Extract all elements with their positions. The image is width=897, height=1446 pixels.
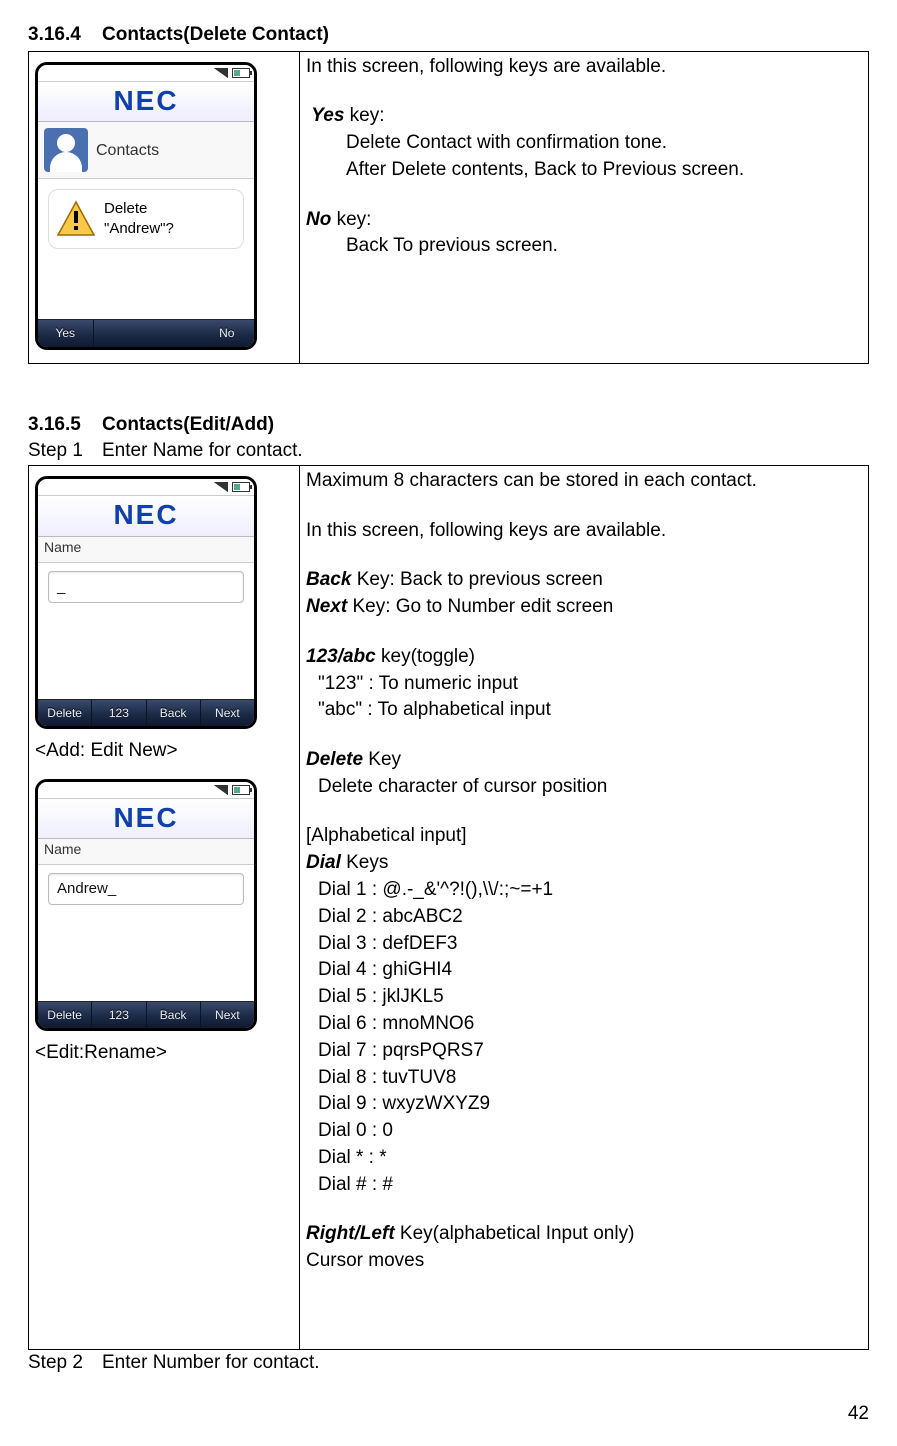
- dial2: Dial 2 : abcABC2: [318, 906, 862, 929]
- section-number: 3.16.5: [28, 414, 102, 437]
- screenshot-cell: NEC Name _ Delete 123 Back Next <Add: Ed…: [29, 466, 300, 1350]
- max-chars-text: Maximum 8 characters can be stored in ea…: [306, 470, 862, 493]
- delete-button[interactable]: Delete: [38, 700, 92, 726]
- next-key-text: Next Key: Go to Number edit screen: [306, 596, 862, 619]
- softkey-bar: Yes No: [38, 319, 254, 346]
- dial3: Dial 3 : defDEF3: [318, 933, 862, 956]
- brand-logo: NEC: [38, 82, 254, 123]
- dial6: Dial 6 : mnoMNO6: [318, 1013, 862, 1036]
- brand-logo: NEC: [38, 496, 254, 537]
- no-key-label: No key:: [306, 209, 862, 232]
- phone-mock-add: NEC Name _ Delete 123 Back Next: [35, 476, 257, 729]
- alpha-head: [Alphabetical input]: [306, 825, 862, 848]
- status-bar: [38, 65, 254, 82]
- section-title: Contacts(Edit/Add): [102, 414, 274, 437]
- step-title: Enter Number for contact.: [102, 1352, 320, 1375]
- right-left-desc: Cursor moves: [306, 1250, 862, 1273]
- dial8: Dial 8 : tuvTUV8: [318, 1067, 862, 1090]
- step-number: Step 1: [28, 440, 102, 463]
- screenshot-cell: NEC Contacts: [29, 51, 300, 363]
- brand-logo: NEC: [38, 799, 254, 840]
- delete-key-desc: Delete character of cursor position: [318, 776, 862, 799]
- content-area: Delete "Andrew"?: [38, 179, 254, 319]
- back-key-text: Back Key: Back to previous screen: [306, 569, 862, 592]
- warning-icon: [56, 199, 96, 239]
- back-button[interactable]: Back: [147, 1002, 201, 1028]
- section-heading: 3.16.5 Contacts(Edit/Add): [28, 414, 869, 437]
- battery-icon: [232, 785, 250, 795]
- right-left-key: Right/Left Key(alphabetical Input only): [306, 1223, 862, 1246]
- dial4: Dial 4 : ghiGHI4: [318, 959, 862, 982]
- softkey-bar: Delete 123 Back Next: [38, 699, 254, 726]
- screenshot-caption: <Add: Edit New>: [35, 740, 293, 763]
- mode-toggle-button[interactable]: 123: [92, 700, 146, 726]
- delete-button[interactable]: Delete: [38, 1002, 92, 1028]
- back-button[interactable]: Back: [147, 700, 201, 726]
- section-number: 3.16.4: [28, 24, 102, 47]
- yes-key-line1: Delete Contact with confirmation tone.: [346, 132, 862, 155]
- toggle-abc: "abc" : To alphabetical input: [318, 699, 862, 722]
- dial9: Dial 9 : wxyzWXYZ9: [318, 1093, 862, 1116]
- avatar-icon: [44, 128, 88, 172]
- field-label: Name: [38, 537, 254, 563]
- step-2: Step 2 Enter Number for contact.: [28, 1352, 869, 1375]
- yes-button[interactable]: Yes: [38, 320, 94, 346]
- dialhash: Dial # : #: [318, 1174, 862, 1197]
- name-input[interactable]: Andrew_: [48, 873, 244, 905]
- step-title: Enter Name for contact.: [102, 440, 303, 463]
- signal-icon: [214, 68, 228, 78]
- dial-keys-label: Dial Keys: [306, 852, 862, 875]
- softkey-bar: Delete 123 Back Next: [38, 1001, 254, 1028]
- status-bar: [38, 479, 254, 496]
- mode-toggle-button[interactable]: 123: [92, 1002, 146, 1028]
- dial1: Dial 1 : @.-_&'^?!(),\\/:;~=+1: [318, 879, 862, 902]
- dial0: Dial 0 : 0: [318, 1120, 862, 1143]
- signal-icon: [214, 482, 228, 492]
- status-bar: [38, 782, 254, 799]
- description-cell: Maximum 8 characters can be stored in ea…: [300, 466, 869, 1350]
- field-label: Name: [38, 839, 254, 865]
- signal-icon: [214, 785, 228, 795]
- step-1: Step 1 Enter Name for contact.: [28, 440, 869, 463]
- step-number: Step 2: [28, 1352, 102, 1375]
- dialog-message: Delete "Andrew"?: [104, 199, 174, 238]
- phone-mock-edit: NEC Name Andrew_ Delete 123 Back Next: [35, 779, 257, 1032]
- battery-icon: [232, 482, 250, 492]
- screen-title: Contacts: [96, 141, 159, 160]
- dialstar: Dial * : *: [318, 1147, 862, 1170]
- no-button[interactable]: No: [200, 320, 255, 346]
- dial7: Dial 7 : pqrsPQRS7: [318, 1040, 862, 1063]
- delete-contact-table: NEC Contacts: [28, 51, 869, 364]
- yes-key-line2: After Delete contents, Back to Previous …: [346, 159, 862, 182]
- next-button[interactable]: Next: [201, 700, 254, 726]
- page-number: 42: [28, 1403, 869, 1426]
- toggle-123: "123" : To numeric input: [318, 673, 862, 696]
- toggle-key-text: 123/abc key(toggle): [306, 646, 862, 669]
- screenshot-caption: <Edit:Rename>: [35, 1042, 293, 1065]
- confirm-dialog: Delete "Andrew"?: [48, 189, 244, 249]
- description-cell: In this screen, following keys are avail…: [300, 51, 869, 363]
- delete-key-text: Delete Key: [306, 749, 862, 772]
- name-input[interactable]: _: [48, 571, 244, 603]
- yes-key-label: Yes key:: [306, 105, 862, 128]
- dial5: Dial 5 : jklJKL5: [318, 986, 862, 1009]
- no-key-line1: Back To previous screen.: [346, 235, 862, 258]
- intro-text: In this screen, following keys are avail…: [306, 56, 862, 79]
- section-title: Contacts(Delete Contact): [102, 24, 329, 47]
- next-button[interactable]: Next: [201, 1002, 254, 1028]
- section-heading: 3.16.4 Contacts(Delete Contact): [28, 24, 869, 47]
- title-bar: Contacts: [38, 122, 254, 179]
- intro-text: In this screen, following keys are avail…: [306, 520, 862, 543]
- edit-add-table: NEC Name _ Delete 123 Back Next <Add: Ed…: [28, 465, 869, 1350]
- battery-icon: [232, 68, 250, 78]
- phone-mock-delete: NEC Contacts: [35, 62, 257, 350]
